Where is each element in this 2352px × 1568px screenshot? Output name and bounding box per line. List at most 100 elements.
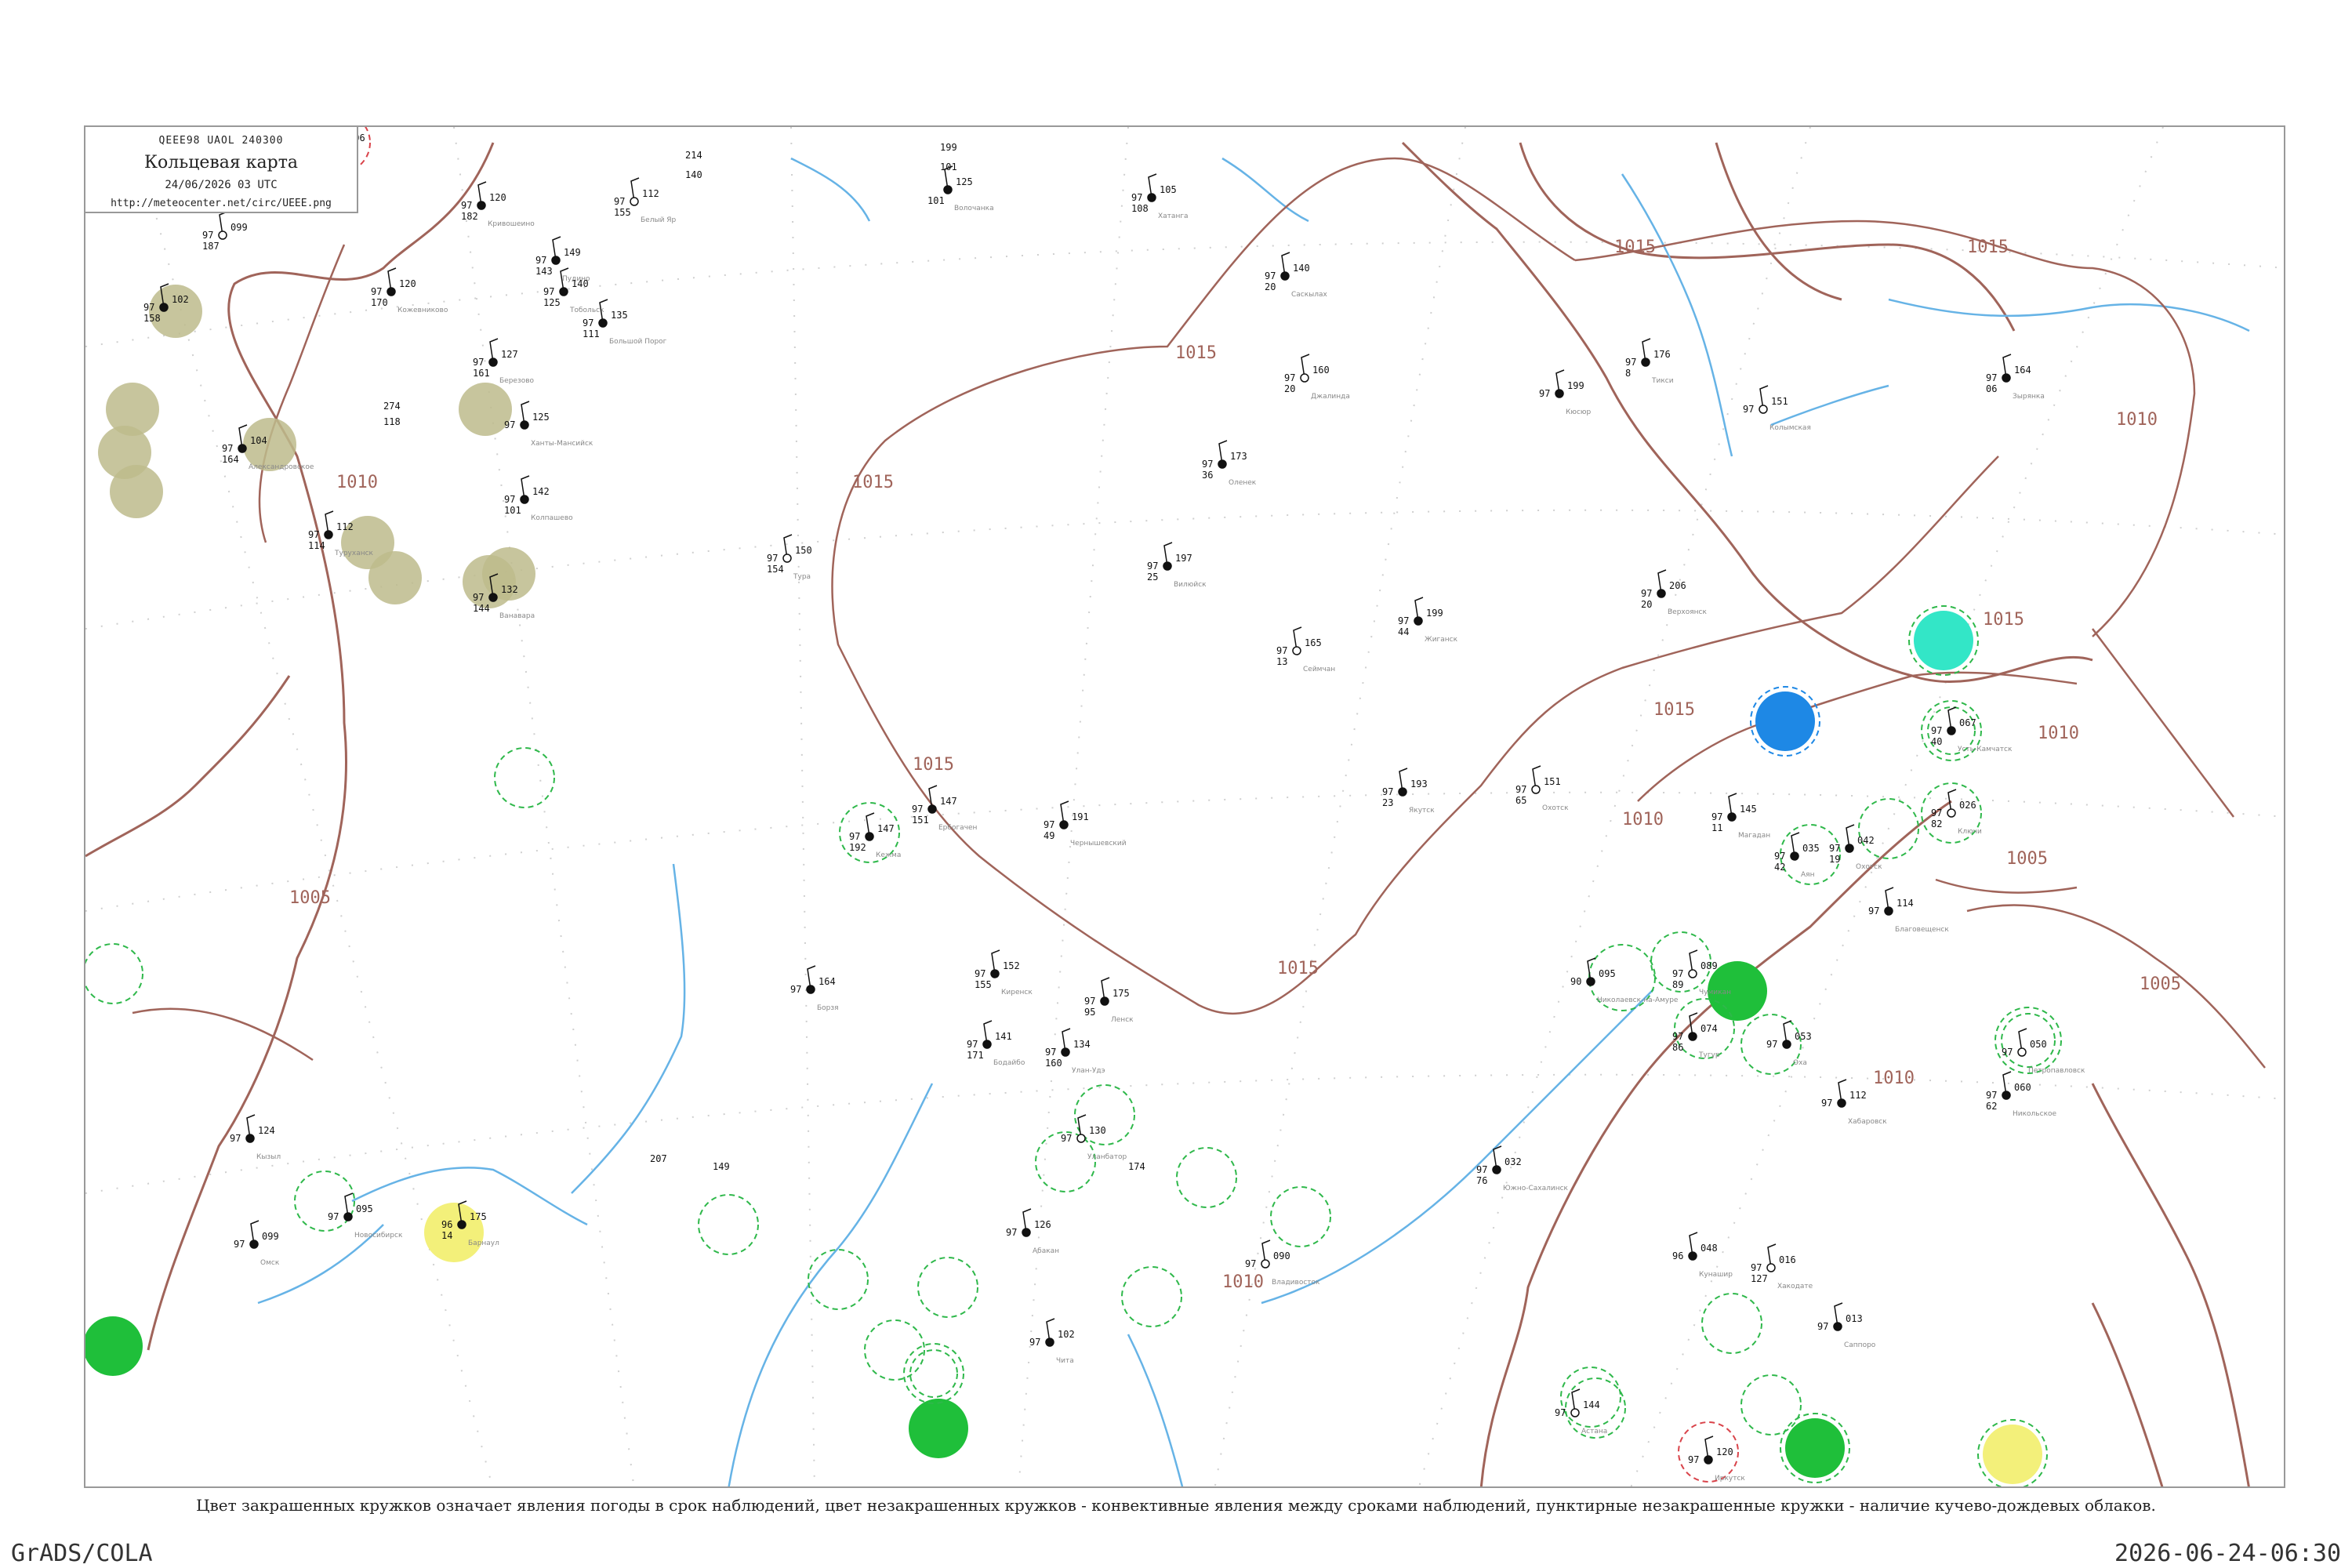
station-pressure: 127 [501,349,518,360]
station-plot[interactable]: 145 9711 Магадан [1711,793,1770,840]
station-plot[interactable]: 176 978 Тикси [1625,338,1674,385]
station-plot[interactable]: 193 9723 Якутск [1382,768,1435,815]
station-plot[interactable]: 144 97 Астана [1555,1388,1607,1436]
station-plot[interactable]: 199 97 Кюсюр [1539,369,1591,416]
station-plot[interactable]: 053 97 Оха [1766,1020,1812,1067]
station-plot[interactable]: 114 97 Благовещенск [1868,887,1949,934]
station-plot[interactable]: 099 97 Омск [234,1220,280,1267]
station-plot[interactable]: 175 9795 Ленск [1084,977,1134,1024]
station-plot[interactable]: 112 97155 Белый Яр [614,177,677,224]
station-pressure: 053 [1795,1031,1812,1042]
station-marker [249,1240,259,1249]
station-plot[interactable]: 125 101 Волочанка [927,165,994,212]
station-plot[interactable]: 134 97160 Улан-Удэ [1045,1028,1105,1075]
station-plot[interactable]: 095 90 Николаевск-на-Амуре [1570,957,1679,1004]
station-plot[interactable]: 206 9720 Верхоянск [1641,569,1708,616]
station-plot[interactable]: 14997143Пудино [535,236,590,283]
station-plot[interactable]: 125 97 Ханты-Мансийск [504,401,593,448]
station-name: Хакодате [1777,1283,1813,1290]
station-plot[interactable]: 048 96 Кунашир [1672,1232,1733,1279]
station-marker [1884,906,1893,916]
station-plot[interactable]: 197 9725 Вилюйск [1147,542,1207,589]
station-plot[interactable]: 099 97187 [202,211,248,252]
svg-text:199: 199 [940,142,957,153]
station-marker [559,287,568,296]
cb-circle [909,1349,958,1398]
station-name: Тикси [1651,377,1674,385]
svg-text:118: 118 [383,416,401,427]
station-plot[interactable]: 165 9713 Сеймчан [1276,626,1335,673]
map-url[interactable]: http://meteocenter.net/circ/UEEE.png [85,198,357,209]
station-plot[interactable]: 151 97 Колымская [1743,385,1811,432]
station-pressure: 193 [1410,779,1428,789]
station-plot[interactable]: 130 97 Уланбатор [1061,1114,1127,1161]
station-plot[interactable]: 160 9720 Джалинда [1284,354,1350,401]
weather-map[interactable]: 1015 1015 1015 1015 1015 1015 1015 1015 … [85,127,2285,1488]
station-pressure: 173 [1230,451,1247,462]
station-plot[interactable]: 026 9782 Ключи [1931,789,1982,836]
footer-software: GrADS/COLA [11,1540,153,1567]
station-plot[interactable]: 120 97 Иркутск [1688,1436,1745,1483]
station-value: 187 [202,241,220,252]
station-marker [1837,1098,1846,1108]
station-marker [245,1134,255,1143]
station-marker [1300,373,1309,383]
station-name: Улан-Удэ [1072,1067,1105,1075]
station-marker [1492,1165,1501,1174]
station-value: 97 [1265,270,1276,281]
station-plot[interactable]: 152 97155 Киренск [975,949,1033,996]
station-plot[interactable]: 141 97171 Бодайбо [967,1020,1025,1067]
station-plot[interactable]: 124 97 Кызыл [230,1114,281,1161]
station-plot[interactable]: 013 97 Саппоро [1817,1302,1876,1349]
station-pressure: 099 [262,1231,279,1242]
station-marker [1147,193,1156,202]
station-plot[interactable]: 050 97 Петропавловск [2002,1028,2085,1075]
cb-circle [808,1249,869,1310]
station-plot[interactable]: 126 97 Абакан [1006,1208,1059,1255]
station-plot[interactable]: 150 97154 Тура [767,534,812,581]
station-plot[interactable]: 102 97 Чита [1029,1318,1075,1365]
station-name: Кежма [876,851,901,859]
station-plot[interactable]: 164 97 Борзя [790,965,839,1012]
station-value: 170 [371,297,388,308]
station-name: Якутск [1409,807,1435,815]
station-pressure: 151 [1771,396,1788,407]
station-name: Жиганск [1425,636,1458,644]
station-value: 97 [461,200,472,211]
station-marker [520,420,529,430]
station-plot[interactable]: 142 97101 Колпашево [504,475,573,522]
station-plot[interactable]: 173 9736 Оленек [1202,440,1257,487]
station-pressure: 089 [1700,960,1718,971]
station-plot[interactable]: 067 9740 Усть-Камчатск [1931,706,2013,753]
station-plot[interactable]: 042 9719 Охотск [1829,824,1882,871]
station-plot[interactable]: 147 97192 Кежма [849,812,901,859]
station-plot[interactable]: 164 9706 Зырянка [1986,354,2045,401]
svg-text:174: 174 [1128,1161,1145,1172]
station-value: 97 [1539,388,1550,399]
station-pressure: 105 [1160,184,1177,195]
station-plot[interactable]: 199 9744 Жиганск [1398,597,1458,644]
station-plot[interactable]: 016 97127 Хакодате [1751,1243,1813,1290]
station-value: 97 [1743,404,1754,415]
station-name: Усть-Камчатск [1958,746,2013,753]
station-name: Уланбатор [1087,1153,1127,1161]
station-value: 97 [1276,645,1287,656]
station-plot[interactable]: 140 9720 Саскылах [1265,252,1328,299]
station-name: Иркутск [1715,1475,1745,1483]
station-plot[interactable]: 127 97161 Березово [473,338,535,385]
station-plot[interactable]: 035 9742 Аян [1774,832,1820,879]
station-pressure: 149 [564,247,581,258]
station-plot[interactable]: 120 97170 Кожевниково [371,267,448,314]
station-pressure: 130 [1089,1125,1106,1136]
station-plot[interactable]: 191 9749 Чернышевский [1044,800,1127,848]
station-plot[interactable]: 151 9765 Охотск [1515,765,1569,812]
station-pressure: 050 [2030,1039,2047,1050]
station-value: 97 [535,255,546,266]
station-plot[interactable]: 147 97151 Ербогачен [912,785,978,832]
station-plot[interactable]: 095 97 Новосибирск [328,1192,403,1240]
station-name: Колпашево [531,514,573,522]
station-pressure: 134 [1073,1039,1091,1050]
station-plot[interactable]: 105 97108 Хатанга [1131,173,1189,220]
station-plot[interactable]: 060 9762 Никольское [1986,1071,2057,1118]
station-plot[interactable]: 120 97182 Кривошеино [461,181,535,228]
